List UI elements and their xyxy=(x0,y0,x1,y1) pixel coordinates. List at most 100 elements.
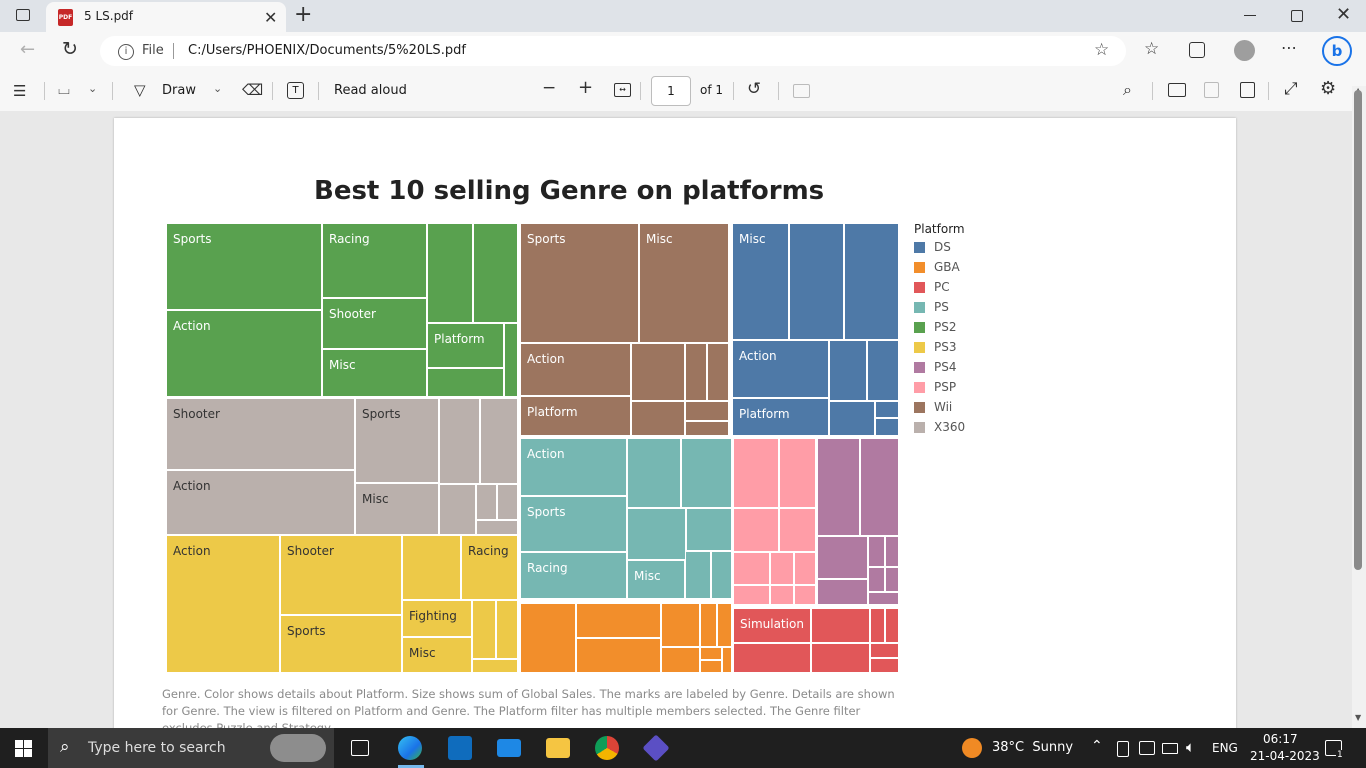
treemap-tile-ps4 xyxy=(868,592,899,605)
add-favorite-icon[interactable]: ☆ xyxy=(1094,40,1109,60)
settings-icon[interactable]: ⚙ xyxy=(1320,78,1336,99)
weather-text[interactable]: 38°C Sunny xyxy=(992,740,1073,755)
toolbar-divider xyxy=(318,82,319,100)
screen-icon[interactable] xyxy=(1139,741,1155,755)
clock-time[interactable]: 06:17 xyxy=(1263,732,1298,746)
collections-icon[interactable] xyxy=(1189,42,1205,58)
chevron-up-icon[interactable]: ⌃ xyxy=(1091,738,1103,754)
legend-swatch xyxy=(914,322,925,333)
language-indicator[interactable]: ENG xyxy=(1212,741,1238,755)
treemap-tile-ps4 xyxy=(817,536,868,579)
refresh-icon[interactable]: ↻ xyxy=(62,38,78,60)
favorites-icon[interactable]: ☆ xyxy=(1144,39,1159,59)
treemap-tile-ds xyxy=(867,340,899,401)
treemap-tile-wii-sports: Sports xyxy=(520,223,639,343)
treemap-tile-label: Sports xyxy=(362,407,401,421)
bing-chat-icon[interactable]: b xyxy=(1322,36,1352,66)
address-bar[interactable]: i File C:/Users/PHOENIX/Documents/5%20LS… xyxy=(100,36,1126,66)
close-window-icon[interactable]: ✕ xyxy=(1336,4,1351,25)
treemap-tile-label: Misc xyxy=(329,358,356,372)
treemap-tile-gba xyxy=(700,660,722,673)
notification-count-badge: 1 xyxy=(1336,750,1344,760)
chrome-taskbar-icon[interactable] xyxy=(595,736,619,760)
search-icon[interactable]: ⌕ xyxy=(1123,80,1132,100)
treemap-tile-ps4 xyxy=(868,536,885,567)
treemap-tile-ps2 xyxy=(473,223,518,323)
pdf-toolbar: ☰ ⌴ ⌄ ▽ Draw ⌄ ⌫ T Read aloud − + ↔ 1 of… xyxy=(0,70,1366,112)
zoom-in-icon[interactable]: + xyxy=(578,77,593,98)
treemap-tile-x360-misc: Misc xyxy=(355,483,439,535)
zoom-out-icon[interactable]: − xyxy=(542,78,556,98)
treemap-tile-label: Simulation xyxy=(740,617,804,631)
clock-date[interactable]: 21-04-2023 xyxy=(1250,749,1320,763)
fit-to-width-icon[interactable]: ↔ xyxy=(614,83,631,97)
treemap-tile-psp xyxy=(770,552,794,585)
legend-swatch xyxy=(914,342,925,353)
treemap-tile-x360 xyxy=(476,484,497,520)
treemap-tile-ds xyxy=(875,418,899,436)
chevron-down-icon[interactable]: ⌄ xyxy=(88,82,97,95)
treemap-tile-ps xyxy=(685,551,711,599)
fullscreen-icon[interactable]: ⤢ xyxy=(1284,79,1298,99)
treemap-tile-ps xyxy=(627,508,686,560)
treemap-tile-ps-action: Action xyxy=(520,438,627,496)
treemap-tile-label: Sports xyxy=(287,624,326,638)
legend-label: PC xyxy=(934,280,950,294)
page-view-icon[interactable] xyxy=(793,84,810,98)
treemap-tile-pc xyxy=(870,658,899,673)
edge-taskbar-icon[interactable] xyxy=(398,736,422,760)
text-box-icon[interactable]: T xyxy=(287,82,304,99)
new-tab-icon[interactable]: + xyxy=(294,2,312,27)
treemap-tile-ps3 xyxy=(472,659,518,673)
rotate-icon[interactable]: ↺ xyxy=(747,79,761,99)
legend-label: PS xyxy=(934,300,949,314)
scroll-down-icon[interactable]: ▼ xyxy=(1355,713,1361,722)
save-icon[interactable] xyxy=(1204,82,1219,98)
treemap-tile-x360-shooter: Shooter xyxy=(166,398,355,470)
meet-now-icon[interactable] xyxy=(1117,741,1129,757)
start-button[interactable] xyxy=(15,740,32,757)
taskbar-search-box[interactable]: ⌕ Type here to search xyxy=(48,728,334,768)
treemap-tile-ps-sports: Sports xyxy=(520,496,627,552)
contents-icon[interactable]: ☰ xyxy=(13,82,26,100)
save-as-icon[interactable] xyxy=(1240,82,1255,98)
tab-strip: PDF 5 LS.pdf ✕ + ✕ xyxy=(0,0,1366,32)
treemap-tile-ds xyxy=(789,223,844,340)
page-number-input[interactable]: 1 xyxy=(651,76,691,106)
mail-taskbar-icon[interactable] xyxy=(497,739,521,757)
treemap: Sports Racing Action Shooter Misc Platform Spo… xyxy=(166,223,899,673)
store-taskbar-icon[interactable] xyxy=(448,736,472,760)
profile-avatar[interactable] xyxy=(1234,40,1255,61)
highlight-icon[interactable]: ⌴ xyxy=(58,80,70,98)
treemap-tile-label: Fighting xyxy=(409,609,457,623)
draw-icon[interactable]: ▽ xyxy=(134,81,146,99)
info-icon[interactable]: i xyxy=(118,44,134,60)
more-options-icon[interactable]: ⋯ xyxy=(1281,38,1297,57)
chevron-down-icon[interactable]: ⌄ xyxy=(213,82,222,95)
tab-pdf[interactable]: PDF 5 LS.pdf ✕ xyxy=(46,2,286,32)
print-icon[interactable] xyxy=(1168,83,1186,97)
close-tab-icon[interactable]: ✕ xyxy=(264,8,277,27)
battery-icon[interactable] xyxy=(1162,743,1178,754)
treemap-tile-wii-misc: Misc xyxy=(639,223,729,343)
legend-swatch xyxy=(914,282,925,293)
windows-logo-icon xyxy=(15,740,32,757)
read-aloud-button[interactable]: Read aloud xyxy=(334,83,407,98)
task-view-icon[interactable] xyxy=(351,740,369,756)
volume-icon[interactable]: 🔈︎ xyxy=(1186,738,1195,756)
treemap-tile-ps3-action: Action xyxy=(166,535,280,673)
scrollbar-thumb[interactable] xyxy=(1354,90,1362,570)
eraser-icon[interactable]: ⌫ xyxy=(242,81,263,99)
explorer-taskbar-icon[interactable] xyxy=(546,738,570,758)
treemap-tile-ds xyxy=(829,340,867,401)
weather-icon[interactable] xyxy=(962,738,982,758)
app-taskbar-icon[interactable] xyxy=(642,734,670,762)
tab-actions-icon[interactable] xyxy=(16,9,30,21)
url-text[interactable]: C:/Users/PHOENIX/Documents/5%20LS.pdf xyxy=(188,43,466,58)
draw-button[interactable]: Draw xyxy=(162,83,196,98)
treemap-tile-ps2-shooter: Shooter xyxy=(322,298,427,349)
treemap-tile-ds xyxy=(844,223,899,340)
back-icon[interactable]: ← xyxy=(20,39,35,60)
restore-icon[interactable] xyxy=(1291,10,1303,22)
minimize-icon[interactable] xyxy=(1244,15,1256,16)
